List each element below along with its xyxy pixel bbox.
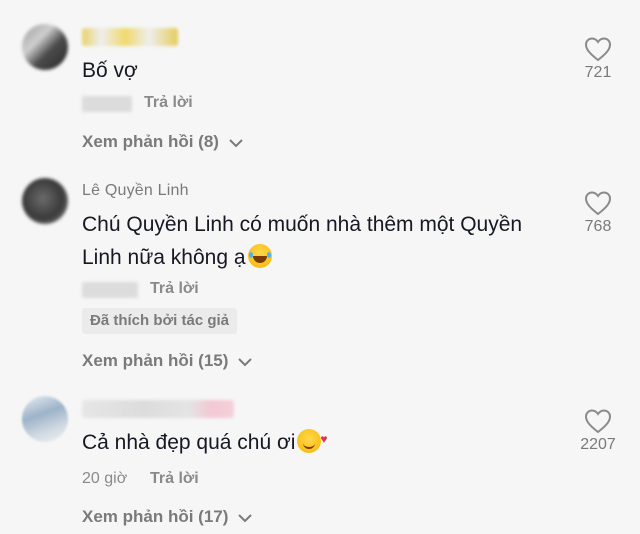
comment-text-body: Cả nhà đẹp quá chú ơi: [82, 431, 296, 454]
view-replies-label: Xem phản hồi (8): [82, 132, 219, 151]
comment-text-line2: Linh nữa không ạ: [82, 246, 246, 269]
like-button[interactable]: 721: [568, 36, 628, 82]
chevron-down-icon: [228, 138, 243, 147]
view-replies-button[interactable]: Xem phản hồi (15): [82, 351, 253, 371]
like-button[interactable]: 2207: [568, 408, 628, 454]
chevron-down-icon: [238, 357, 252, 366]
view-replies-label: Xem phản hồi (17): [82, 507, 229, 526]
reply-button[interactable]: Trả lời: [150, 470, 199, 488]
avatar[interactable]: [22, 178, 68, 224]
view-replies-label: Xem phản hồi (15): [82, 351, 229, 370]
reply-button[interactable]: Trả lời: [150, 280, 199, 298]
like-count: 721: [584, 64, 612, 81]
avatar[interactable]: [22, 24, 68, 70]
comment-meta: Trả lời: [82, 280, 282, 300]
like-count: 2207: [580, 436, 616, 453]
username-blurred[interactable]: [82, 28, 178, 46]
smiling-face-with-hearts-emoji: [297, 423, 327, 456]
timestamp-blurred: [82, 282, 138, 298]
tears-of-joy-emoji: [247, 244, 272, 268]
heart-outline-icon: [584, 409, 612, 434]
view-replies-button[interactable]: Xem phản hồi (17): [82, 507, 253, 527]
timestamp: 20 giờ: [82, 470, 128, 487]
like-count: 768: [584, 218, 612, 235]
comment-text: Chú Quyền Linh có muốn nhà thêm một Quyề…: [82, 208, 562, 274]
username-blurred[interactable]: [82, 400, 234, 418]
timestamp-blurred: [82, 96, 132, 112]
liked-by-author-badge: Đã thích bởi tác giả: [82, 308, 238, 334]
view-replies-button[interactable]: Xem phản hồi (8): [82, 132, 244, 152]
heart-outline-icon: [584, 37, 612, 62]
avatar[interactable]: [22, 396, 68, 442]
comment-text: Cả nhà đẹp quá chú ơi: [82, 423, 562, 459]
reply-button[interactable]: Trả lời: [144, 94, 193, 112]
username[interactable]: Lê Quyền Linh: [82, 182, 189, 200]
comment-meta: 20 giờ Trả lời: [82, 470, 282, 490]
heart-outline-icon: [584, 191, 612, 216]
like-button[interactable]: 768: [568, 190, 628, 236]
comment-text: Bố vợ: [82, 59, 138, 82]
comment-text-line1: Chú Quyền Linh có muốn nhà thêm một Quyề…: [82, 213, 523, 236]
chevron-down-icon: [238, 513, 252, 522]
comment-meta: Trả lời: [82, 94, 282, 114]
